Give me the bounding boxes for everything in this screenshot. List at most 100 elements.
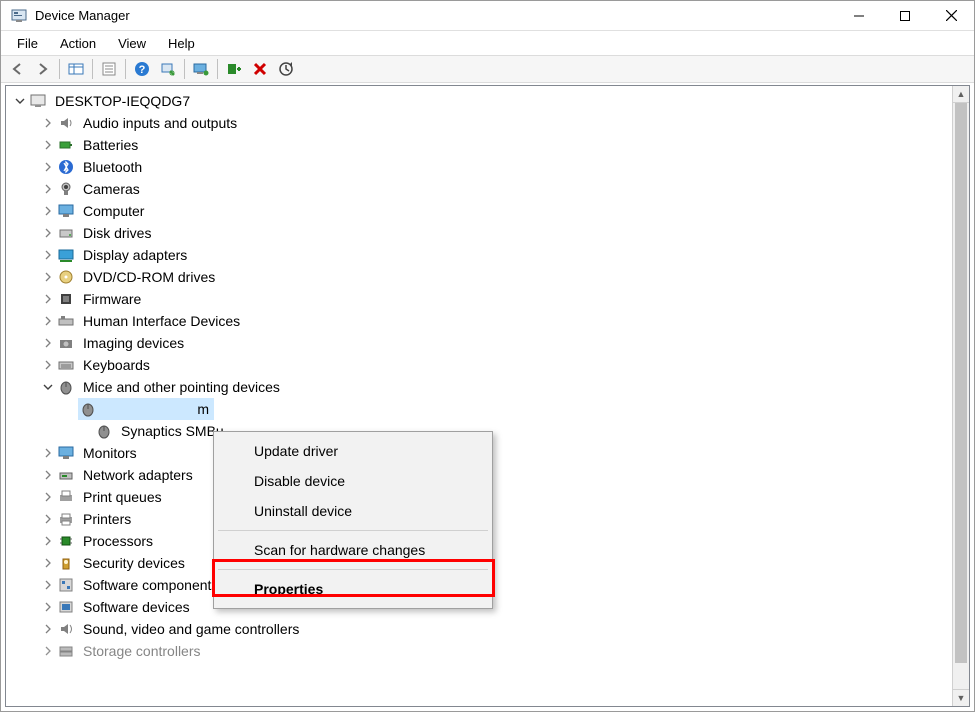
tree-item-label: Printers bbox=[80, 510, 134, 528]
expand-icon[interactable] bbox=[40, 621, 56, 637]
bluetooth-icon bbox=[56, 159, 76, 175]
tree-root[interactable]: DESKTOP-IEQQDG7 bbox=[12, 90, 952, 112]
expand-icon[interactable] bbox=[40, 577, 56, 593]
firmware-icon bbox=[56, 291, 76, 307]
expand-icon[interactable] bbox=[40, 357, 56, 373]
scan-hardware-icon[interactable] bbox=[156, 57, 180, 81]
tree-item-label: Keyboards bbox=[80, 356, 153, 374]
minimize-button[interactable] bbox=[836, 1, 882, 31]
uninstall-icon[interactable] bbox=[248, 57, 272, 81]
tree-item-label: Software components bbox=[80, 576, 221, 594]
camera-icon bbox=[56, 181, 76, 197]
tree-category-imaging[interactable]: Imaging devices bbox=[12, 332, 952, 354]
keyboard-icon bbox=[56, 357, 76, 373]
expand-icon[interactable] bbox=[40, 269, 56, 285]
collapse-icon[interactable] bbox=[40, 379, 56, 395]
toolbar-separator bbox=[217, 59, 218, 79]
toolbar: ? bbox=[1, 55, 974, 83]
expand-icon[interactable] bbox=[40, 247, 56, 263]
tree-category-storage[interactable]: Storage controllers bbox=[12, 640, 952, 662]
expand-icon[interactable] bbox=[40, 225, 56, 241]
expand-icon[interactable] bbox=[40, 445, 56, 461]
window-title: Device Manager bbox=[35, 8, 130, 23]
ctx-properties[interactable]: Properties bbox=[214, 574, 492, 604]
tree-item-label: Batteries bbox=[80, 136, 141, 154]
menu-help[interactable]: Help bbox=[158, 34, 205, 53]
audio-icon bbox=[56, 115, 76, 131]
device-tree[interactable]: DESKTOP-IEQQDG7 Audio inputs and outputs… bbox=[6, 86, 952, 706]
tree-item-label: Print queues bbox=[80, 488, 165, 506]
tree-item-label: Synaptics SMBu bbox=[118, 422, 227, 440]
tree-category-disk[interactable]: Disk drives bbox=[12, 222, 952, 244]
tree-category-keyboards[interactable]: Keyboards bbox=[12, 354, 952, 376]
tree-category-dvd[interactable]: DVD/CD-ROM drives bbox=[12, 266, 952, 288]
tree-category-cameras[interactable]: Cameras bbox=[12, 178, 952, 200]
tree-category-mice[interactable]: Mice and other pointing devices bbox=[12, 376, 952, 398]
ctx-update-driver[interactable]: Update driver bbox=[214, 436, 492, 466]
ctx-scan-hardware[interactable]: Scan for hardware changes bbox=[214, 535, 492, 565]
ctx-separator bbox=[218, 530, 488, 531]
tree-item-label: Human Interface Devices bbox=[80, 312, 243, 330]
expand-icon[interactable] bbox=[40, 555, 56, 571]
context-menu: Update driver Disable device Uninstall d… bbox=[213, 431, 493, 609]
printqueue-icon bbox=[56, 489, 76, 505]
properties-icon[interactable] bbox=[97, 57, 121, 81]
scroll-up-icon[interactable]: ▲ bbox=[953, 86, 969, 103]
tree-category-audio[interactable]: Audio inputs and outputs bbox=[12, 112, 952, 134]
help-icon[interactable]: ? bbox=[130, 57, 154, 81]
swdev-icon bbox=[56, 599, 76, 615]
tree-item-label: Mice and other pointing devices bbox=[80, 378, 283, 396]
tree-device-selected[interactable]: m bbox=[12, 398, 952, 420]
collapse-icon[interactable] bbox=[12, 93, 28, 109]
tree-category-hid[interactable]: Human Interface Devices bbox=[12, 310, 952, 332]
tree-item-label: Display adapters bbox=[80, 246, 190, 264]
svg-text:?: ? bbox=[139, 64, 146, 76]
scroll-thumb[interactable] bbox=[955, 103, 967, 663]
tree-category-sound[interactable]: Sound, video and game controllers bbox=[12, 618, 952, 640]
tree-category-computer[interactable]: Computer bbox=[12, 200, 952, 222]
expand-icon[interactable] bbox=[40, 137, 56, 153]
expand-icon[interactable] bbox=[40, 599, 56, 615]
vertical-scrollbar[interactable]: ▲ ▼ bbox=[952, 86, 969, 706]
expand-icon[interactable] bbox=[40, 313, 56, 329]
tree-category-bluetooth[interactable]: Bluetooth bbox=[12, 156, 952, 178]
menu-action[interactable]: Action bbox=[50, 34, 106, 53]
expand-icon[interactable] bbox=[40, 291, 56, 307]
tree-item-label: DVD/CD-ROM drives bbox=[80, 268, 218, 286]
expand-icon[interactable] bbox=[40, 643, 56, 659]
tree-item-label: Network adapters bbox=[80, 466, 196, 484]
ctx-uninstall-device[interactable]: Uninstall device bbox=[214, 496, 492, 526]
expand-icon[interactable] bbox=[40, 181, 56, 197]
tree-item-label: Bluetooth bbox=[80, 158, 145, 176]
menu-view[interactable]: View bbox=[108, 34, 156, 53]
back-arrow-icon[interactable] bbox=[5, 57, 29, 81]
tree-item-label: Storage controllers bbox=[80, 642, 204, 660]
expand-icon[interactable] bbox=[40, 335, 56, 351]
expand-icon[interactable] bbox=[40, 159, 56, 175]
expand-icon[interactable] bbox=[40, 203, 56, 219]
add-legacy-icon[interactable] bbox=[222, 57, 246, 81]
expand-icon[interactable] bbox=[40, 489, 56, 505]
expand-icon[interactable] bbox=[40, 115, 56, 131]
show-hidden-icon[interactable] bbox=[64, 57, 88, 81]
disk-icon bbox=[56, 225, 76, 241]
tree-category-firmware[interactable]: Firmware bbox=[12, 288, 952, 310]
forward-arrow-icon[interactable] bbox=[31, 57, 55, 81]
update-driver-icon[interactable] bbox=[274, 57, 298, 81]
expand-icon[interactable] bbox=[40, 533, 56, 549]
menu-file[interactable]: File bbox=[7, 34, 48, 53]
network-icon bbox=[56, 467, 76, 483]
monitor-remote-icon[interactable] bbox=[189, 57, 213, 81]
tree-item-label: Imaging devices bbox=[80, 334, 187, 352]
tree-category-batteries[interactable]: Batteries bbox=[12, 134, 952, 156]
tree-item-label: m bbox=[102, 400, 212, 418]
expand-icon[interactable] bbox=[40, 511, 56, 527]
maximize-button[interactable] bbox=[882, 1, 928, 31]
tree-category-display[interactable]: Display adapters bbox=[12, 244, 952, 266]
expand-icon[interactable] bbox=[40, 467, 56, 483]
close-button[interactable] bbox=[928, 1, 974, 31]
scroll-down-icon[interactable]: ▼ bbox=[953, 689, 969, 706]
ctx-disable-device[interactable]: Disable device bbox=[214, 466, 492, 496]
dvd-icon bbox=[56, 269, 76, 285]
ctx-item-label: Properties bbox=[254, 581, 323, 597]
